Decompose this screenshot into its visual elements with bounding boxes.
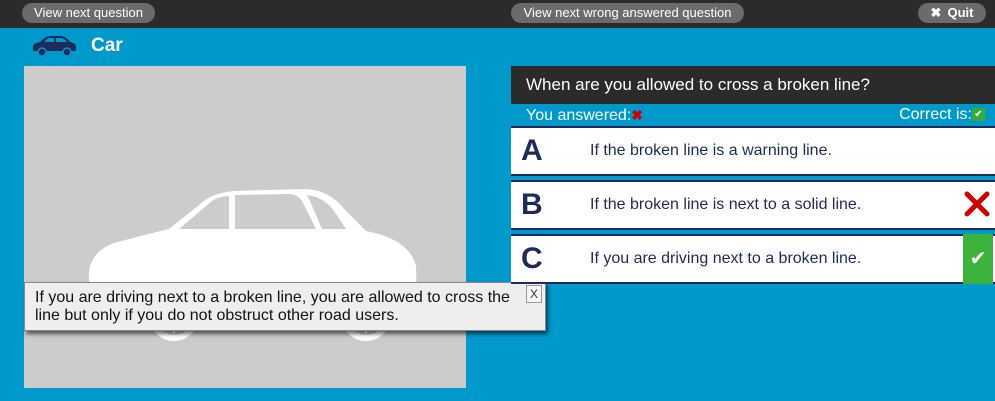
option-letter: A	[521, 134, 543, 167]
question-image	[24, 66, 466, 388]
answer-summary: You answered:✖ Correct is: ✔	[511, 104, 995, 126]
wrong-icon: ✖	[631, 107, 643, 123]
top-toolbar: View next question View next wrong answe…	[0, 0, 995, 28]
wrong-answer-icon	[964, 191, 990, 217]
explanation-tooltip: If you are driving next to a broken line…	[24, 282, 546, 331]
car-icon	[33, 36, 76, 57]
you-answered: You answered:✖	[526, 104, 643, 127]
view-next-wrong-question-button[interactable]: View next wrong answered question	[511, 3, 744, 23]
category-label: Car	[91, 35, 123, 56]
option-a[interactable]: A If the broken line is a warning line.	[511, 126, 995, 176]
view-next-question-button[interactable]: View next question	[22, 3, 155, 23]
tooltip-close-button[interactable]: X	[526, 285, 542, 303]
option-b[interactable]: B If the broken line is next to a solid …	[511, 180, 995, 230]
correct-is-label: Correct is:	[899, 106, 972, 123]
option-text: If you are driving next to a broken line…	[590, 250, 862, 267]
check-icon: ✔	[972, 108, 985, 122]
quit-label: Quit	[947, 5, 974, 20]
option-text: If the broken line is next to a solid li…	[590, 196, 862, 213]
close-icon: ✖	[930, 5, 942, 20]
explanation-text: If you are driving next to a broken line…	[35, 289, 510, 324]
option-text: If the broken line is a warning line.	[590, 142, 832, 159]
option-c[interactable]: C If you are driving next to a broken li…	[511, 234, 995, 284]
correct-is: Correct is: ✔	[899, 104, 985, 126]
you-answered-label: You answered:	[526, 107, 632, 124]
option-letter: B	[521, 188, 543, 221]
question-text: When are you allowed to cross a broken l…	[511, 66, 995, 104]
option-letter: C	[521, 242, 543, 275]
correct-answer-icon: ✔	[963, 234, 993, 284]
quit-button[interactable]: ✖ Quit	[918, 3, 986, 23]
category-header: Car	[30, 33, 123, 59]
